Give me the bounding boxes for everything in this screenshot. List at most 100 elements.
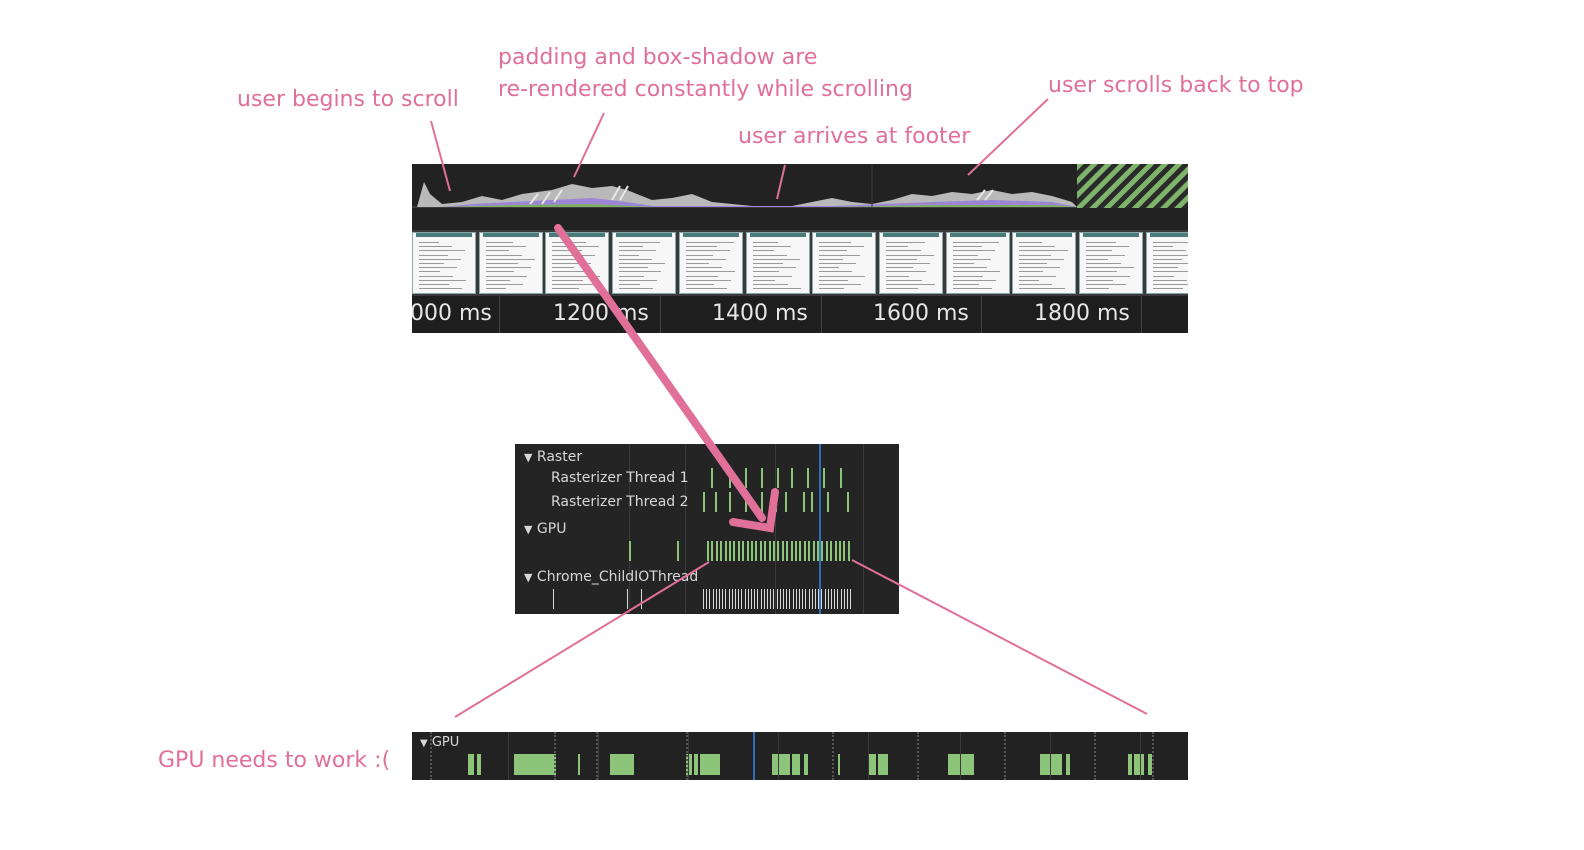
gpu-task <box>773 541 775 561</box>
collapse-triangle-icon: ▼ <box>524 451 533 464</box>
frame-text-line <box>1152 246 1173 248</box>
gpu-zoom-task <box>1066 754 1070 775</box>
frame-text-line <box>1152 258 1182 260</box>
frame-text-line <box>419 271 440 273</box>
gpu-task <box>738 541 740 561</box>
tick-label: 000 ms <box>412 301 492 326</box>
io-task <box>757 589 758 609</box>
gpu-task <box>716 541 718 561</box>
frame-text-line <box>752 242 778 243</box>
filmstrip <box>412 232 1188 294</box>
frame-text-line <box>685 254 713 256</box>
frame-text-line <box>1019 275 1057 277</box>
annotation-scrolls-back: user scrolls back to top <box>1048 73 1304 98</box>
io-task <box>812 589 813 609</box>
raster-task <box>711 468 713 488</box>
frame-text-line <box>485 267 531 269</box>
gpu-task <box>729 541 731 561</box>
filmstrip-frame <box>412 232 476 294</box>
frame-text-line <box>885 288 918 290</box>
frame-header-bar <box>816 233 873 237</box>
frame-text-line <box>419 258 461 260</box>
gpu-task <box>747 541 749 561</box>
filmstrip-frame <box>678 232 743 294</box>
frame-text-line <box>685 275 718 277</box>
frame-text-line <box>1152 284 1188 285</box>
tick-label: 1600 ms <box>873 301 969 326</box>
gpu-zoom-task <box>1134 754 1144 775</box>
childio-group-toggle[interactable]: ▼ Chrome_ChildIOThread <box>524 569 698 585</box>
gpu-zoom-task <box>868 754 876 775</box>
gridline-dotted <box>917 732 919 780</box>
frame-header-bar <box>416 233 472 237</box>
frame-text-line <box>1086 279 1113 281</box>
io-task <box>786 589 787 609</box>
frame-text-line <box>619 254 640 256</box>
gpu-group-toggle[interactable]: ▼ GPU <box>524 521 566 537</box>
frame-text-line <box>619 263 666 264</box>
gpu-task <box>817 541 819 561</box>
raster-task <box>761 492 763 512</box>
io-task <box>844 589 845 609</box>
gpu-task <box>777 541 779 561</box>
gpu-task <box>835 541 837 561</box>
io-task <box>735 589 736 609</box>
frame-text-line <box>1086 284 1126 285</box>
io-task <box>745 589 746 609</box>
frame-text-line <box>419 263 444 264</box>
tick-label: 1800 ms <box>1034 301 1130 326</box>
frame-text-line <box>752 263 783 264</box>
frame-text-line <box>619 284 641 285</box>
frame-text-line <box>419 275 453 277</box>
frame-header-bar <box>749 233 806 237</box>
raster-task <box>785 492 787 512</box>
frame-text-line <box>619 288 654 290</box>
frame-header-bar <box>482 233 539 237</box>
frame-text-line <box>419 242 439 243</box>
gpu-task <box>725 541 727 561</box>
frame-text-line <box>952 250 995 252</box>
io-task <box>709 589 710 609</box>
frame-text-line <box>619 246 644 248</box>
gpu-task <box>799 541 801 561</box>
gpu-track <box>515 541 899 561</box>
frame-header-bar <box>1083 233 1139 237</box>
frame-text-line <box>552 258 579 260</box>
frame-text-line <box>819 284 862 285</box>
io-task <box>719 589 720 609</box>
gridline <box>868 732 869 780</box>
filmstrip-frame <box>812 232 877 294</box>
raster-group-toggle[interactable]: ▼ Raster <box>524 449 582 465</box>
frame-text-line <box>885 254 934 256</box>
raster-task <box>775 492 777 512</box>
io-task <box>713 589 714 609</box>
gpu-zoom-task <box>700 754 708 775</box>
gpu-task <box>755 541 757 561</box>
frame-text-line <box>752 271 779 273</box>
io-task <box>716 589 717 609</box>
io-task <box>722 589 723 609</box>
filmstrip-frame <box>745 232 810 294</box>
frame-text-line <box>1152 279 1187 281</box>
raster-task <box>823 468 825 488</box>
frame-text-line <box>885 267 913 269</box>
frame-text-line <box>485 242 513 243</box>
frame-text-line <box>552 284 597 285</box>
frame-text-line <box>752 279 775 281</box>
gpu-zoom-task <box>514 754 554 775</box>
gpu-task <box>830 541 832 561</box>
frame-text-line <box>1019 271 1044 273</box>
frame-text-line <box>819 288 845 290</box>
gpu-task <box>826 541 828 561</box>
io-task <box>641 589 642 609</box>
frame-text-line <box>419 246 452 248</box>
gpu-task <box>848 541 850 561</box>
io-task <box>815 589 816 609</box>
gpu-zoom-task <box>578 754 580 775</box>
frame-text-line <box>952 254 978 256</box>
frame-text-line <box>485 288 506 290</box>
gpu-task <box>782 541 784 561</box>
io-task <box>764 589 765 609</box>
frame-text-line <box>1019 254 1052 256</box>
frame-text-line <box>485 250 509 252</box>
